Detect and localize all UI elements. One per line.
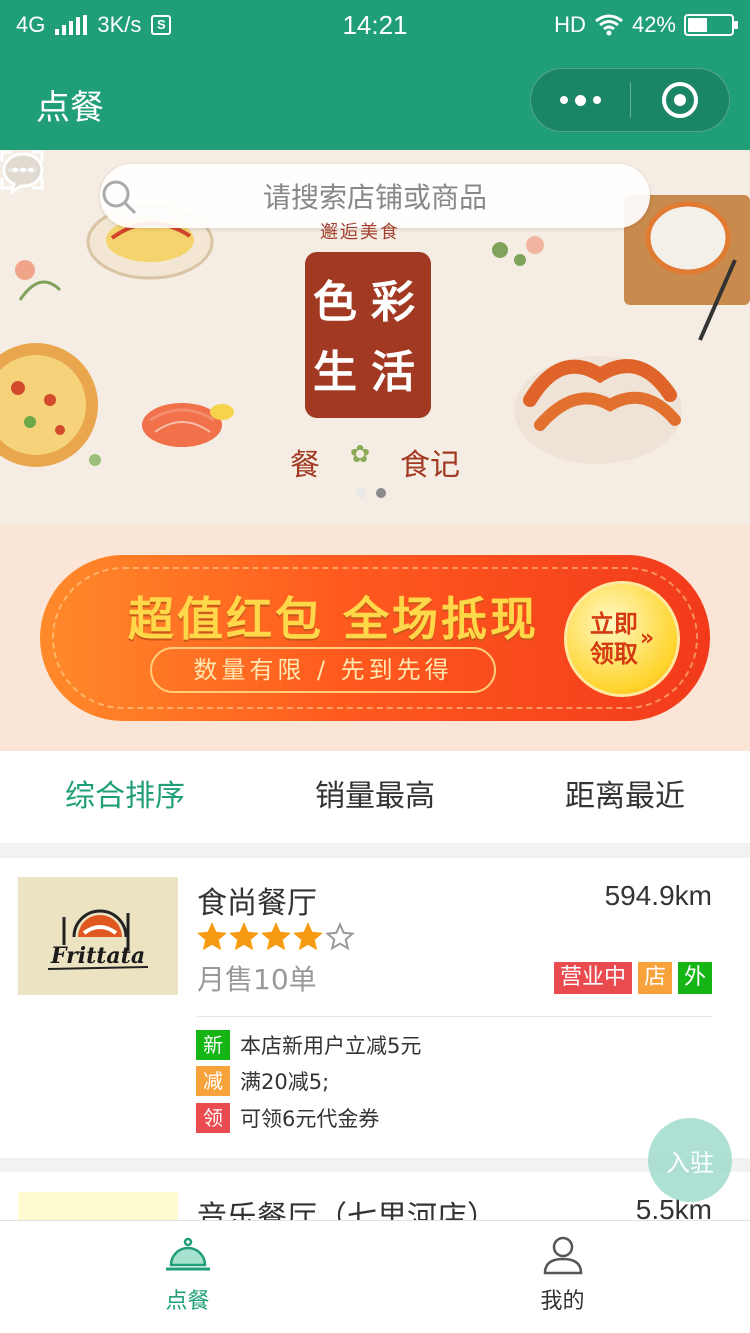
tag-open: 营业中 xyxy=(553,962,632,994)
miniprogram-capsule xyxy=(530,68,730,132)
star-empty-icon xyxy=(325,922,355,951)
double-chevron-icon: » xyxy=(639,626,655,651)
shop-card[interactable]: Frittata 食尚餐厅 594.9km 月售10单 营业中 店 外 新 本店… xyxy=(0,858,750,1158)
promotion-row: 领 可领6元代金券 xyxy=(196,1103,379,1133)
leaf-icon: ✿ xyxy=(349,440,371,468)
sort-tabs: 综合排序 销量最高 距离最近 xyxy=(0,751,750,843)
badge-coupon: 领 xyxy=(196,1103,230,1133)
claim-label-2: 领取 xyxy=(589,640,638,668)
hd-indicator: HD xyxy=(554,12,586,37)
brand-char: 活 xyxy=(371,347,415,398)
badge-discount: 减 xyxy=(196,1066,230,1096)
carousel-dot-active[interactable] xyxy=(376,488,386,498)
shop-tags: 营业中 店 外 xyxy=(553,962,712,994)
battery-icon xyxy=(684,14,738,36)
promotion-text: 本店新用户立减5元 xyxy=(240,1034,422,1058)
hero-banner[interactable]: 请搜索店铺或商品 邂逅美食 色 彩 生 活 餐 ✿ 食记 xyxy=(0,150,750,525)
brand-char: 色 xyxy=(313,277,357,328)
tab-comprehensive[interactable]: 综合排序 xyxy=(0,751,250,843)
brand-footer: 餐 ✿ 食记 xyxy=(290,440,460,484)
promo-title: 超值红包 全场抵现 xyxy=(128,592,540,646)
page-title: 点餐 xyxy=(36,88,104,128)
tabbar-label: 点餐 xyxy=(165,1289,210,1314)
tag-dine-in: 店 xyxy=(637,962,672,994)
badge-new: 新 xyxy=(196,1030,230,1060)
red-packet-promo[interactable]: 超值红包 全场抵现 数量有限 / 先到先得 立即 领取 » xyxy=(40,555,710,721)
monthly-sales: 月售10单 xyxy=(197,963,317,996)
star-filled-icon xyxy=(261,922,291,951)
brand-subtitle: 邂逅美食 xyxy=(320,222,400,243)
brand-footer-left: 餐 xyxy=(290,448,320,483)
status-right: HD 42% xyxy=(554,12,738,38)
tabbar-item-mine[interactable]: 我的 xyxy=(375,1221,750,1333)
wifi-icon xyxy=(595,14,623,36)
shop-name: 食尚餐厅 xyxy=(197,886,317,921)
battery-fill xyxy=(688,18,708,32)
shop-distance: 594.9km xyxy=(604,880,712,911)
tab-bar: 点餐 我的 xyxy=(0,1220,750,1333)
promotion-text: 可领6元代金券 xyxy=(240,1107,380,1131)
carousel-indicator xyxy=(356,488,386,498)
carousel-dot[interactable] xyxy=(356,488,366,498)
star-filled-icon xyxy=(293,922,323,951)
divider xyxy=(197,1016,712,1017)
brand-footer-right: 食记 xyxy=(399,448,460,483)
tab-nearest[interactable]: 距离最近 xyxy=(500,751,750,843)
status-bar: 4G 3K/s S 14:21 HD 42% xyxy=(0,0,750,52)
brand-logo: 色 彩 生 活 xyxy=(305,252,431,418)
more-dots-icon xyxy=(559,96,568,104)
promotion-row: 减 满20减5; xyxy=(196,1066,329,1096)
more-button[interactable] xyxy=(531,68,630,132)
promotion-text: 满20减5; xyxy=(240,1070,330,1094)
nav-bar: 点餐 xyxy=(0,52,750,150)
tabbar-label: 我的 xyxy=(540,1289,585,1314)
brand-char: 生 xyxy=(313,347,357,398)
rating-stars xyxy=(197,922,355,952)
promo-section: 超值红包 全场抵现 数量有限 / 先到先得 立即 领取 » xyxy=(0,525,750,751)
tag-delivery: 外 xyxy=(677,962,712,994)
join-button[interactable]: 入驻 xyxy=(648,1118,732,1202)
claim-label-1: 立即 xyxy=(589,610,638,638)
star-filled-icon xyxy=(229,922,259,951)
tabbar-item-order[interactable]: 点餐 xyxy=(0,1221,375,1333)
frittata-logo: Frittata xyxy=(18,877,178,995)
cloche-icon xyxy=(165,1237,210,1271)
search-placeholder: 请搜索店铺或商品 xyxy=(262,181,487,214)
shop-logo: Frittata xyxy=(18,877,178,995)
star-filled-icon xyxy=(197,922,227,951)
search-icon xyxy=(102,180,137,215)
logo-text: Frittata xyxy=(50,943,145,969)
battery-percent: 42% xyxy=(631,12,676,37)
brand-char: 彩 xyxy=(371,277,415,328)
tab-top-sales[interactable]: 销量最高 xyxy=(250,751,500,843)
promotion-row: 新 本店新用户立减5元 xyxy=(196,1030,421,1060)
close-button[interactable] xyxy=(630,68,729,132)
target-icon xyxy=(661,82,698,118)
claim-button[interactable]: 立即 领取 » xyxy=(564,581,680,697)
user-icon xyxy=(543,1236,582,1275)
message-icon[interactable] xyxy=(0,150,46,196)
promo-subtitle: 数量有限 / 先到先得 xyxy=(150,647,496,693)
